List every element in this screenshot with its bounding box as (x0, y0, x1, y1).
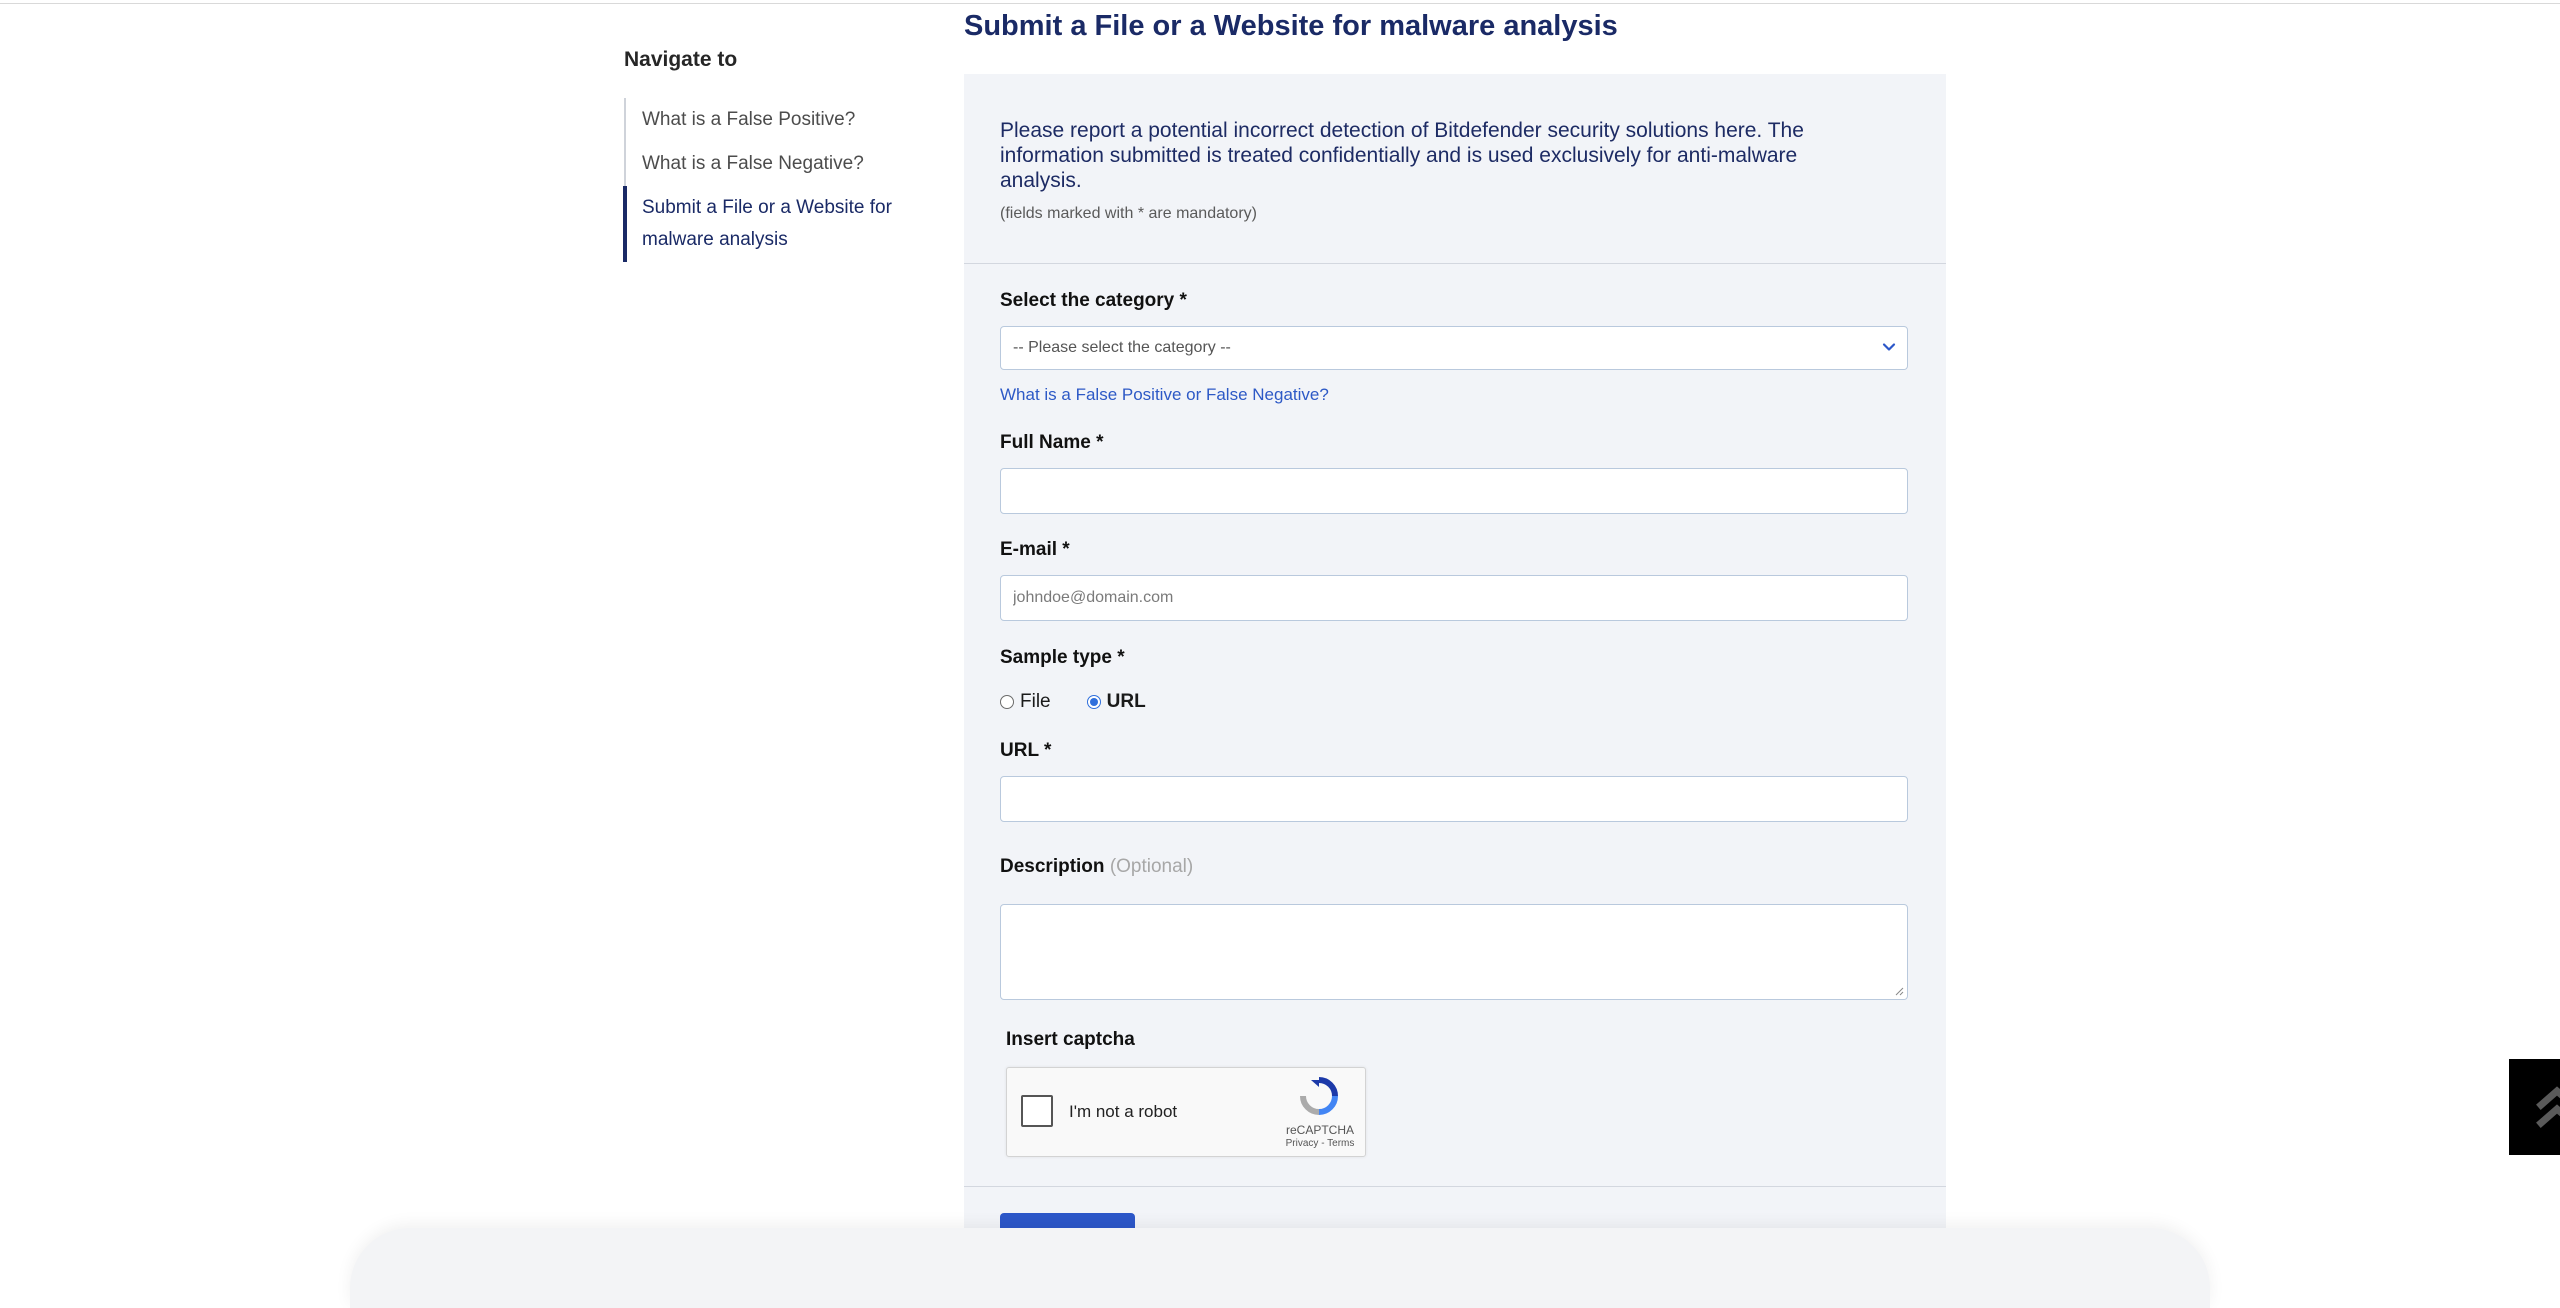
sidebar-item-false-negative[interactable]: What is a False Negative? (626, 142, 924, 186)
scroll-to-top-button[interactable] (2509, 1059, 2560, 1155)
url-label: URL * (1000, 740, 1052, 761)
footer-divider (964, 1186, 1946, 1187)
email-label: E-mail * (1000, 539, 1070, 560)
sample-type-file-option[interactable]: File (1000, 691, 1051, 713)
description-field-wrapper (1000, 904, 1908, 1000)
url-radio[interactable] (1086, 695, 1101, 709)
category-selected-value: -- Please select the category -- (1013, 339, 1231, 356)
sample-type-url-option[interactable]: URL (1086, 691, 1146, 713)
description-label: Description (Optional) (1000, 856, 1193, 878)
sample-type-label: Sample type * (1000, 647, 1125, 668)
page-title: Submit a File or a Website for malware a… (964, 10, 1618, 42)
file-radio[interactable] (1000, 695, 1014, 709)
sidebar-list: What is a False Positive? What is a Fals… (623, 98, 924, 262)
recaptcha-checkbox[interactable] (1021, 1095, 1053, 1127)
double-chevron-up-icon (2536, 1086, 2560, 1128)
email-field-wrapper (1000, 575, 1908, 621)
submission-form: Please report a potential incorrect dete… (964, 74, 1946, 1271)
recaptcha-icon (1300, 1077, 1338, 1115)
email-input[interactable] (1001, 576, 1907, 620)
category-select[interactable]: -- Please select the category -- (1000, 326, 1908, 370)
description-optional-tag: (Optional) (1109, 856, 1194, 877)
false-positive-help-link[interactable]: What is a False Positive or False Negati… (1000, 385, 1329, 405)
recaptcha-terms-link[interactable]: Privacy - Terms (1283, 1138, 1357, 1149)
mandatory-note: (fields marked with * are mandatory) (1000, 205, 1257, 222)
chevron-down-icon (1882, 343, 1896, 351)
intro-text: Please report a potential incorrect dete… (1000, 119, 1804, 192)
sample-type-radio-group: File URL (1000, 691, 1182, 713)
url-input[interactable] (1001, 777, 1907, 821)
full-name-field-wrapper (1000, 468, 1908, 514)
url-field-wrapper (1000, 776, 1908, 822)
top-divider (0, 3, 2560, 4)
intro-divider (964, 263, 1946, 264)
description-textarea[interactable] (1001, 905, 1907, 999)
url-radio-label: URL (1106, 691, 1146, 712)
resize-grip-icon[interactable] (1894, 986, 1904, 996)
recaptcha-brand: reCAPTCHA (1285, 1123, 1354, 1137)
captcha-label: Insert captcha (1006, 1029, 1135, 1050)
category-label: Select the category * (1000, 290, 1187, 311)
sidebar-nav: Navigate to What is a False Positive? Wh… (623, 48, 924, 262)
full-name-input[interactable] (1001, 469, 1907, 513)
file-radio-label: File (1020, 691, 1051, 712)
description-label-text: Description (1000, 856, 1105, 877)
full-name-label: Full Name * (1000, 432, 1104, 453)
footer-shadow-band (350, 1228, 2210, 1308)
sidebar-title: Navigate to (624, 48, 738, 71)
recaptcha-widget: I'm not a robot reCAPTCHA Privacy - Term… (1006, 1067, 1366, 1157)
sidebar-item-false-positive[interactable]: What is a False Positive? (626, 98, 924, 142)
recaptcha-checkbox-label: I'm not a robot (1069, 1102, 1178, 1121)
sidebar-item-submit-sample[interactable]: Submit a File or a Website for malware a… (623, 186, 924, 262)
intro-section: Please report a potential incorrect dete… (1000, 118, 1860, 223)
